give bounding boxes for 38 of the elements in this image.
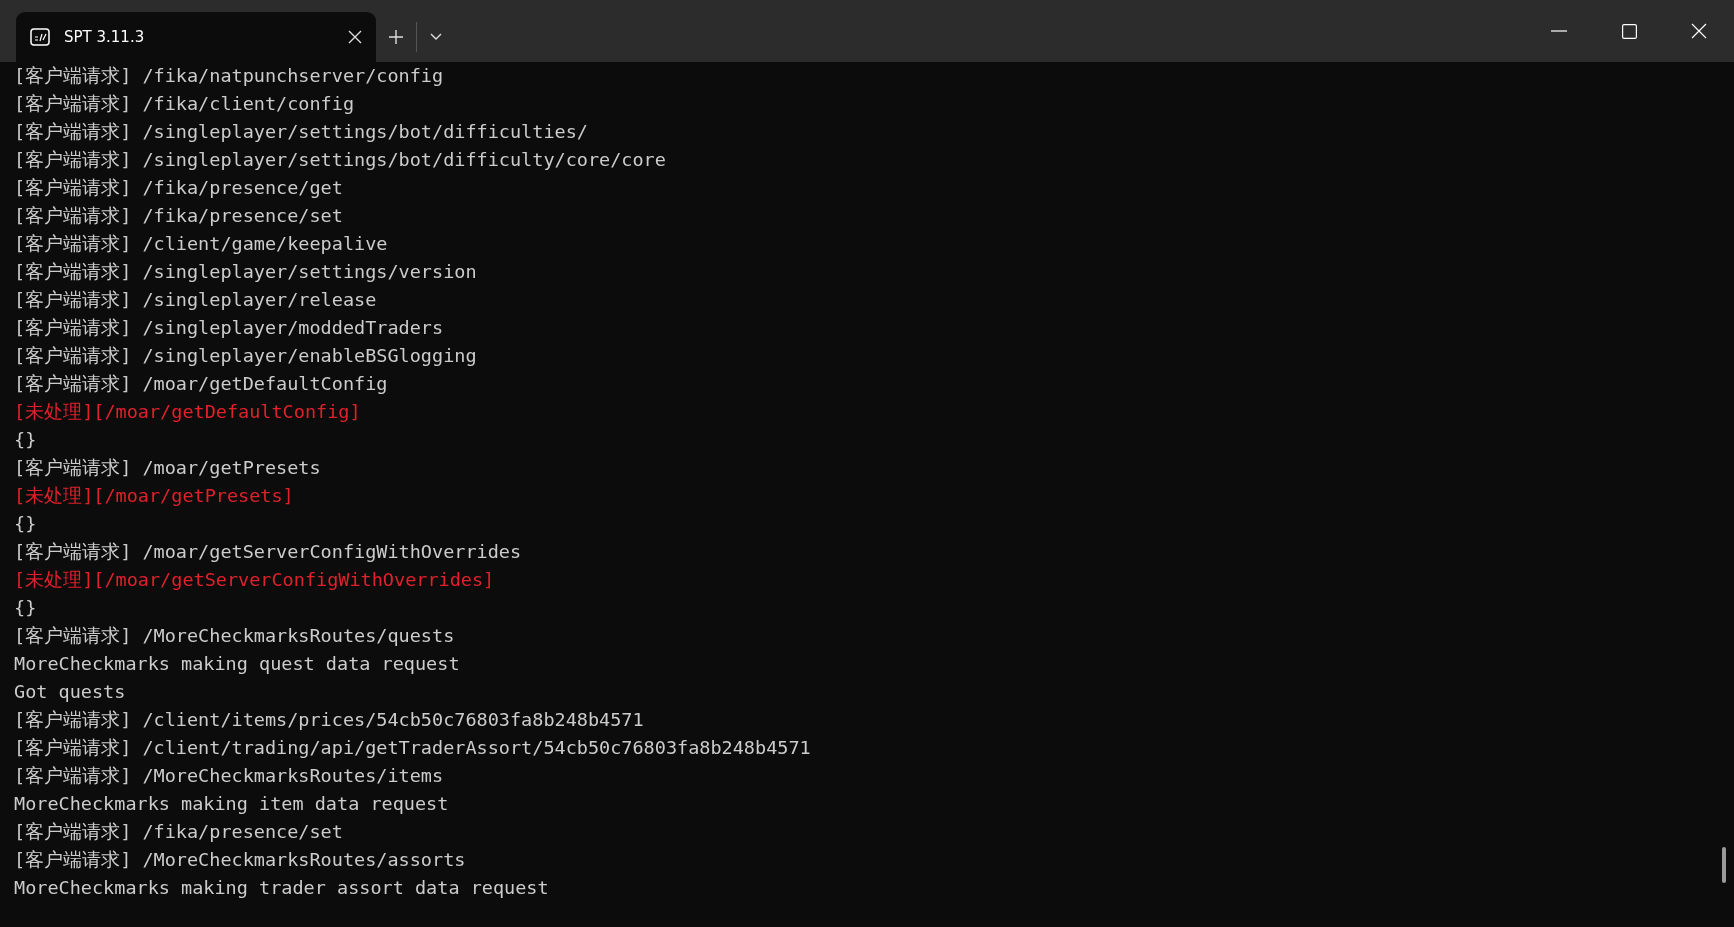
console-line: [未处理][/moar/getServerConfigWithOverrides]: [14, 568, 496, 592]
console-line: [客户端请求] /moar/getServerConfigWithOverrides: [14, 540, 523, 564]
console-line: [客户端请求] /client/trading/api/getTraderAssort/54cb50c76803fa8b248b4571: [14, 736, 812, 760]
console-line: [客户端请求] /singleplayer/settings/bot/difficulty/core/core: [14, 148, 667, 172]
console-line: [客户端请求] /client/game/keepalive: [14, 232, 389, 256]
console-line: [客户端请求] /fika/presence/get: [14, 176, 344, 200]
console-line: [客户端请求] /moar/getPresets: [14, 456, 322, 480]
plus-icon[interactable]: [388, 29, 404, 45]
maximize-icon[interactable]: [1621, 23, 1637, 39]
console-line: [客户端请求] /moar/getDefaultConfig: [14, 372, 389, 396]
console-line: Got quests: [14, 680, 127, 704]
chevron-down-icon[interactable]: [429, 32, 443, 42]
console-line: [客户端请求] /singleplayer/settings/bot/difficulties/: [14, 120, 589, 144]
console-line: [未处理][/moar/getPresets]: [14, 484, 295, 508]
console-line: [客户端请求] /MoreCheckmarksRoutes/quests: [14, 624, 456, 648]
console-line: MoreCheckmarks making item data request: [14, 792, 450, 816]
console-line: [客户端请求] /singleplayer/moddedTraders: [14, 316, 445, 340]
console-line: [客户端请求] /fika/presence/set: [14, 204, 344, 228]
console-line: [客户端请求] /fika/client/config: [14, 92, 356, 116]
console-line: {}: [14, 596, 38, 620]
console-line: [客户端请求] /MoreCheckmarksRoutes/items: [14, 764, 445, 788]
terminal-icon: [30, 28, 50, 46]
scrollbar-thumb[interactable]: [1722, 847, 1726, 883]
console-line: [未处理][/moar/getDefaultConfig]: [14, 400, 362, 424]
terminal-tab[interactable]: SPT 3.11.3: [16, 12, 376, 62]
console-line: {}: [14, 428, 38, 452]
console-line: [客户端请求] /fika/presence/set: [14, 820, 344, 844]
console-line: [客户端请求] /singleplayer/enableBSGlogging: [14, 344, 478, 368]
console-line: [客户端请求] /client/items/prices/54cb50c76803fa8b248b4571: [14, 708, 645, 732]
console-line: [客户端请求] /singleplayer/settings/version: [14, 260, 478, 284]
console-line: MoreCheckmarks making trader assort data request: [14, 876, 550, 900]
console-line: [客户端请求] /fika/natpunchserver/config: [14, 64, 445, 88]
console-line: {}: [14, 512, 38, 536]
console-line: MoreCheckmarks making quest data request: [14, 652, 461, 676]
console-line: [客户端请求] /MoreCheckmarksRoutes/assorts: [14, 848, 467, 872]
close-icon[interactable]: [348, 30, 362, 44]
console-line: [客户端请求] /singleplayer/release: [14, 288, 378, 312]
tab-title: SPT 3.11.3: [64, 26, 146, 48]
